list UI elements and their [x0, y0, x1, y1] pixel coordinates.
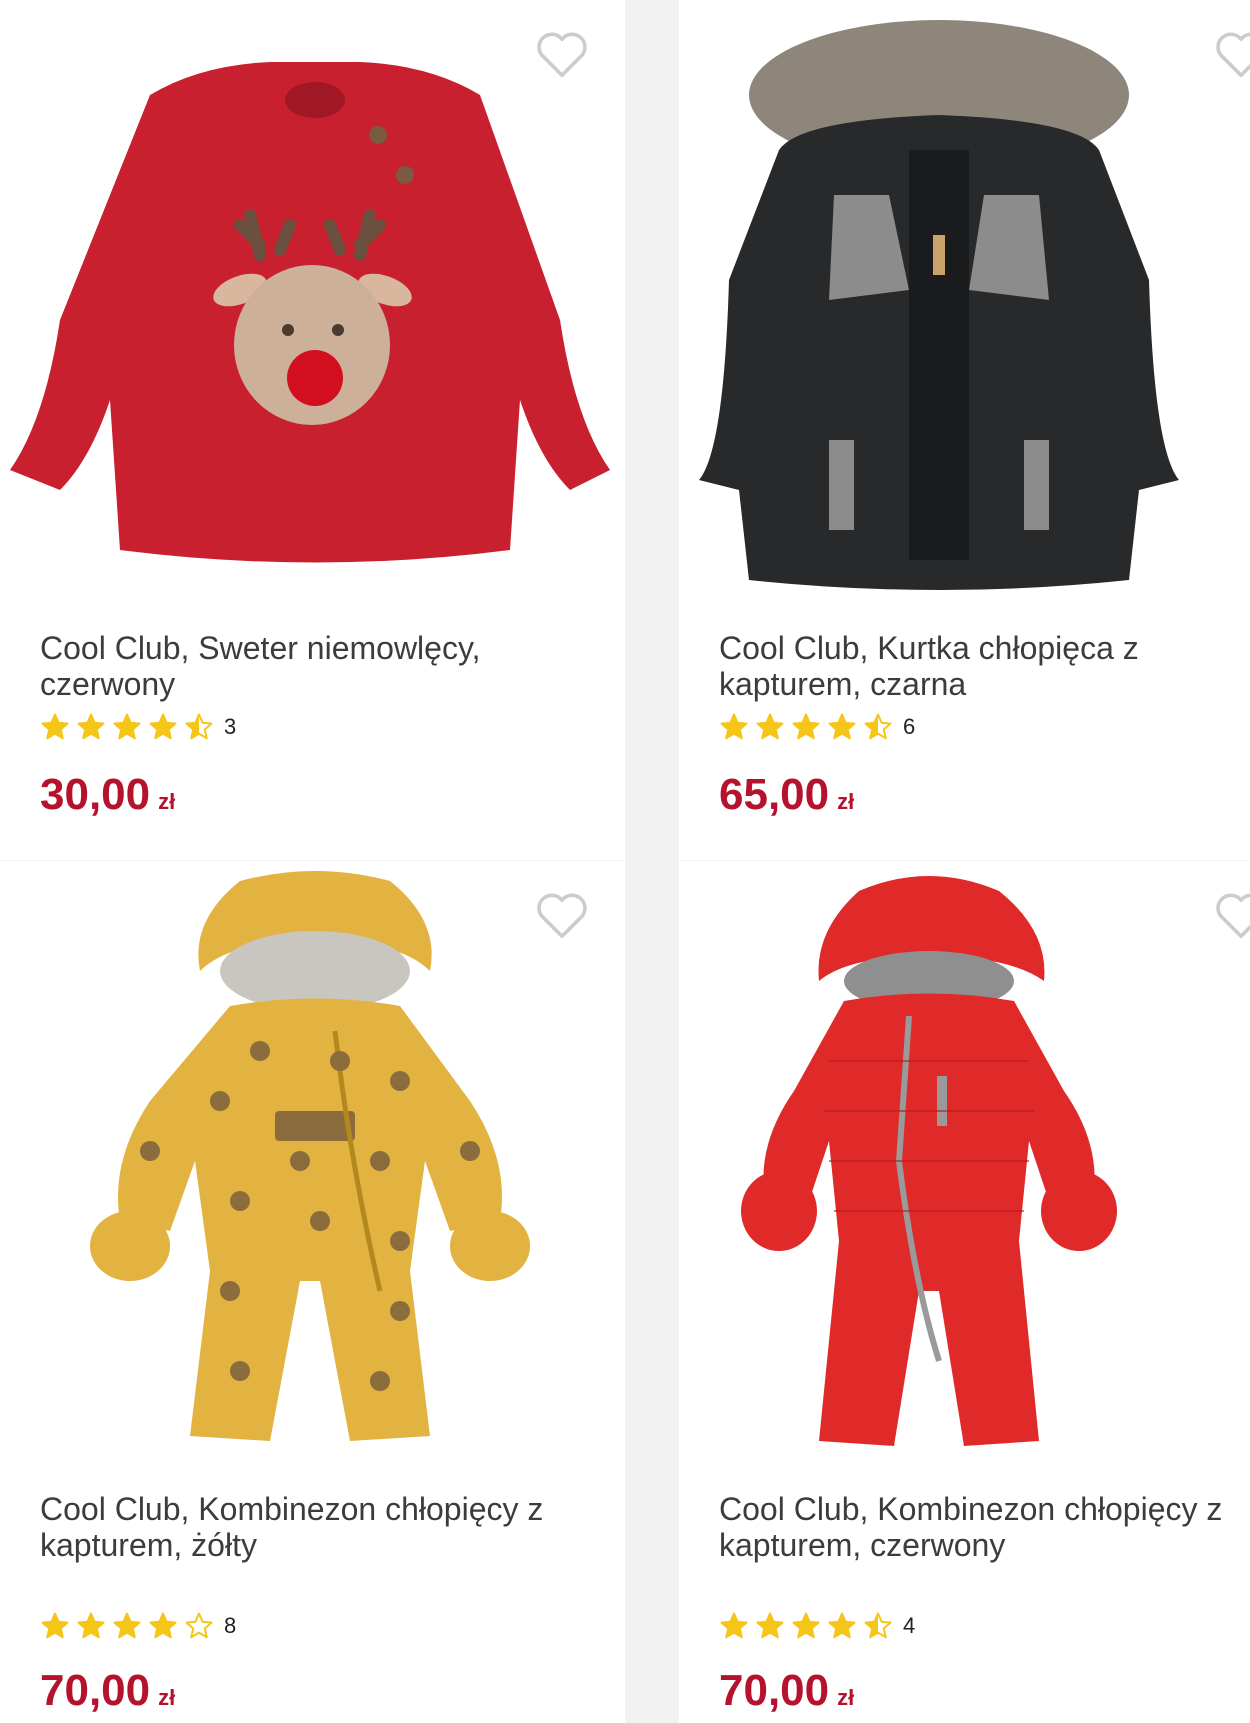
star-full-icon [828, 1612, 856, 1639]
star-empty-icon [185, 1612, 213, 1639]
product-image[interactable] [0, 861, 625, 1481]
price-currency: zł [837, 1685, 855, 1710]
star-full-icon [77, 1612, 105, 1639]
rating-count: 4 [903, 1613, 916, 1638]
product-rating: 4 [719, 1611, 915, 1641]
star-full-icon [41, 1612, 69, 1639]
star-full-icon [720, 713, 748, 740]
product-card[interactable]: Cool Club, Kurtka chłopięca z kapturem, … [679, 0, 1250, 860]
product-price: 30,00 zł [40, 770, 175, 827]
product-image[interactable] [679, 0, 1250, 620]
product-image[interactable] [679, 861, 1250, 1481]
black-hooded-jacket-image [699, 20, 1179, 590]
yellow-bear-snowsuit-image [90, 871, 530, 1441]
rating-stars [719, 712, 899, 742]
star-full-icon [792, 1612, 820, 1639]
star-full-icon [792, 713, 820, 740]
star-full-icon [113, 1612, 141, 1639]
wishlist-heart-icon[interactable] [1214, 30, 1250, 80]
star-full-icon [720, 1612, 748, 1639]
red-reindeer-sweater-image [10, 62, 610, 563]
product-price: 65,00 zł [719, 770, 854, 827]
price-value: 30,00 [40, 770, 151, 819]
product-rating: 8 [40, 1611, 236, 1641]
rating-stars [40, 712, 220, 742]
star-full-icon [41, 713, 69, 740]
product-title[interactable]: Cool Club, Sweter niemowlęcy, czerwony [40, 630, 600, 702]
product-title[interactable]: Cool Club, Kurtka chłopięca z kapturem, … [719, 630, 1250, 702]
wishlist-heart-icon[interactable] [535, 891, 589, 941]
red-snowsuit-image [741, 876, 1117, 1446]
product-price: 70,00 zł [719, 1666, 854, 1723]
price-value: 65,00 [719, 770, 830, 819]
rating-count: 3 [224, 714, 237, 739]
star-half-icon [185, 713, 213, 740]
price-value: 70,00 [40, 1666, 151, 1715]
rating-count: 6 [903, 714, 916, 739]
star-full-icon [113, 713, 141, 740]
star-full-icon [828, 713, 856, 740]
product-price: 70,00 zł [40, 1666, 175, 1723]
product-card[interactable]: Cool Club, Sweter niemowlęcy, czerwony 3… [0, 0, 625, 860]
product-rating: 3 [40, 712, 236, 742]
star-half-icon [864, 713, 892, 740]
wishlist-heart-icon[interactable] [535, 30, 589, 80]
price-currency: zł [837, 789, 855, 814]
price-currency: zł [158, 1685, 176, 1710]
star-full-icon [149, 713, 177, 740]
product-rating: 6 [719, 712, 915, 742]
product-image[interactable] [0, 0, 625, 620]
price-value: 70,00 [719, 1666, 830, 1715]
rating-stars [40, 1611, 220, 1641]
price-currency: zł [158, 789, 176, 814]
product-grid: Cool Club, Sweter niemowlęcy, czerwony 3… [0, 0, 1250, 1723]
star-full-icon [149, 1612, 177, 1639]
star-full-icon [77, 713, 105, 740]
rating-count: 8 [224, 1613, 237, 1638]
wishlist-heart-icon[interactable] [1214, 891, 1250, 941]
rating-stars [719, 1611, 899, 1641]
star-full-icon [756, 1612, 784, 1639]
product-title[interactable]: Cool Club, Kombinezon chłopięcy z kaptur… [719, 1491, 1250, 1563]
star-full-icon [756, 713, 784, 740]
star-half-icon [864, 1612, 892, 1639]
product-card[interactable]: Cool Club, Kombinezon chłopięcy z kaptur… [0, 861, 625, 1723]
product-card[interactable]: Cool Club, Kombinezon chłopięcy z kaptur… [679, 861, 1250, 1723]
product-title[interactable]: Cool Club, Kombinezon chłopięcy z kaptur… [40, 1491, 600, 1563]
